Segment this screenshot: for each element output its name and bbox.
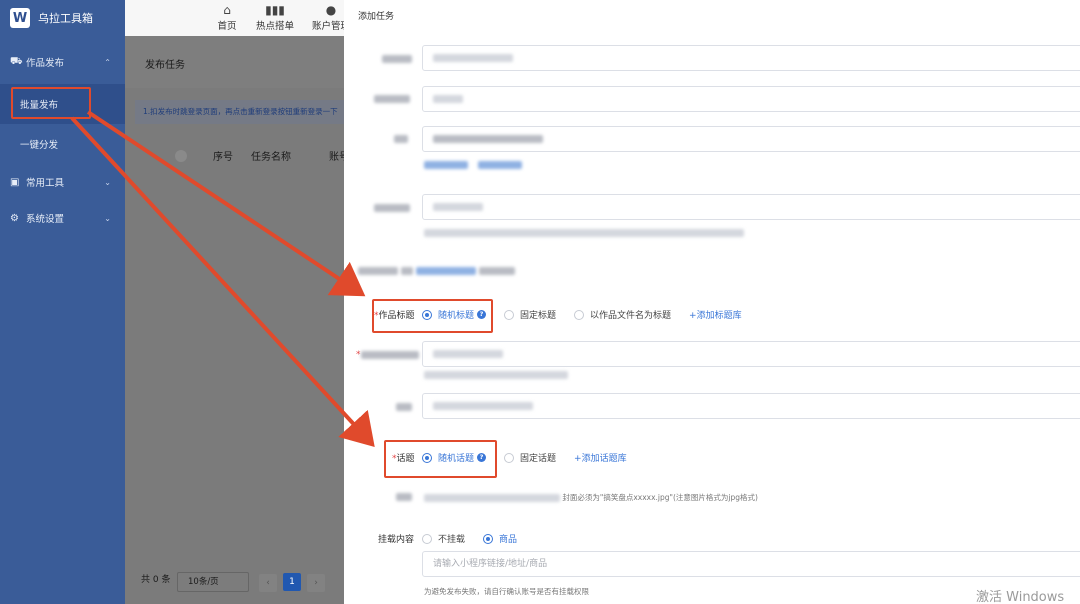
menu-group-label: 常用工具 <box>26 178 65 189</box>
briefcase-icon: ▣ <box>10 176 20 188</box>
radio-fixed-topic[interactable]: 固定话题 <box>504 451 556 464</box>
menu-group-settings[interactable]: ⚙ 系统设置 ⌄ <box>0 200 125 236</box>
chevron-up-icon: ⌃ <box>104 57 111 67</box>
mount-hint: 为避免发布失败，请自行确认账号是否有挂载权限 <box>424 587 589 596</box>
blurred-label: * <box>356 350 419 360</box>
mount-link-input[interactable]: 请输入小程序链接/地址/商品 <box>422 551 1080 577</box>
mount-options: 不挂载 商品 <box>422 532 535 545</box>
radio-dot <box>504 452 515 463</box>
drawer-title: 添加任务 <box>358 12 395 22</box>
blurred-label <box>374 94 410 104</box>
blurred-input[interactable] <box>422 86 1080 112</box>
radio-no-mount[interactable]: 不挂载 <box>422 532 465 545</box>
sidebar-item-label: 一键分发 <box>20 140 59 151</box>
blurred-label <box>396 402 412 412</box>
radio-mount-product[interactable]: 商品 <box>483 532 517 545</box>
add-title-library-link[interactable]: +添加标题库 <box>689 308 742 321</box>
blurred-links[interactable] <box>424 160 523 169</box>
topnav-label: 热点搭单 <box>255 21 294 32</box>
add-topic-library-link[interactable]: +添加话题库 <box>574 451 627 464</box>
topnav-label: 首页 <box>217 21 237 32</box>
blurred-label <box>394 134 408 144</box>
menu-group-publish[interactable]: ⛟ 作品发布 ⌃ <box>0 44 125 80</box>
blurred-hint <box>424 370 568 379</box>
annotation-box-title-field <box>372 299 493 333</box>
blurred-input[interactable] <box>422 45 1080 71</box>
page-size-select[interactable]: 10条/页 <box>177 572 249 592</box>
page-number-current[interactable]: 1 <box>283 573 301 591</box>
radio-dot <box>504 309 515 320</box>
windows-activation-watermark: 激活 Windows <box>976 590 1065 604</box>
app-name: 乌拉工具箱 <box>38 12 93 25</box>
pager-total: 共 0 条 <box>141 575 171 585</box>
annotation-box-topic-field <box>384 440 497 478</box>
radio-dot <box>574 309 585 320</box>
topnav-hot[interactable]: ▮▮▮ 热点搭单 <box>251 0 299 32</box>
cover-hint: 封面必须为"搞笑盘点xxxxx.jpg"(注意图片格式为jpg格式) <box>424 492 758 503</box>
field-label-mount: 挂载内容 <box>378 535 415 545</box>
column-header-task-name: 任务名称 <box>251 152 291 163</box>
prev-page-button[interactable]: ‹ <box>259 574 277 592</box>
topnav-home[interactable]: ⌂ 首页 <box>205 0 249 32</box>
chevron-down-icon: ⌄ <box>104 177 111 187</box>
menu-group-tools[interactable]: ▣ 常用工具 ⌄ <box>0 164 125 200</box>
gear-icon: ⚙ <box>10 212 19 224</box>
radio-filename-title[interactable]: 以作品文件名为标题 <box>574 308 671 321</box>
truck-icon: ⛟ <box>10 55 23 67</box>
blurred-input[interactable] <box>422 126 1080 152</box>
bar-chart-icon: ▮▮▮ <box>265 3 285 17</box>
blurred-hint <box>424 228 744 237</box>
select-all-checkbox[interactable] <box>175 150 187 162</box>
blurred-input[interactable] <box>422 194 1080 220</box>
chevron-down-icon: ⌄ <box>104 213 111 223</box>
blurred-label <box>374 203 410 213</box>
blurred-row <box>358 266 515 276</box>
notice-bar: 1.扣发布时跳登录页面，再点击重新登录按钮重新登录一下 <box>135 100 355 124</box>
logo: W 乌拉工具箱 <box>0 0 125 36</box>
annotation-box-batch-publish <box>11 87 91 119</box>
logo-mark: W <box>10 8 30 28</box>
home-icon: ⌂ <box>223 3 231 17</box>
radio-fixed-title[interactable]: 固定标题 <box>504 308 556 321</box>
blurred-input[interactable] <box>422 393 1080 419</box>
blurred-input[interactable] <box>422 341 1080 367</box>
next-page-button[interactable]: › <box>307 574 325 592</box>
column-header-index: 序号 <box>213 152 233 163</box>
blurred-label <box>382 54 412 64</box>
blurred-label <box>396 492 412 502</box>
radio-dot <box>483 533 494 544</box>
page-title: 发布任务 <box>145 60 185 71</box>
sidebar-item-one-click-distribute[interactable]: 一键分发 <box>0 124 125 164</box>
menu-group-label: 系统设置 <box>26 214 65 225</box>
menu-group-label: 作品发布 <box>26 58 65 69</box>
radio-dot <box>422 533 432 544</box>
